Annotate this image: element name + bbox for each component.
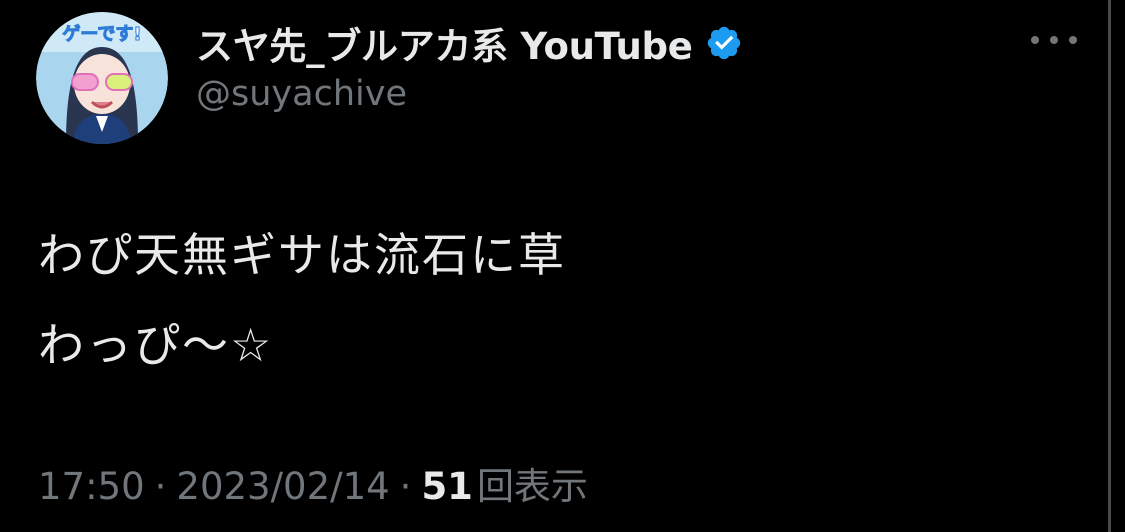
tweet: ゲーです! スヤ先_ブルアカ系 YouTube @suyachive わぴ天無ギ… — [0, 0, 1105, 532]
scrollbar[interactable] — [1108, 0, 1111, 532]
tweet-date[interactable]: 2023/02/14 — [176, 465, 389, 508]
more-options-icon[interactable] — [1031, 32, 1077, 48]
verified-badge-icon — [705, 24, 743, 62]
display-name[interactable]: スヤ先_ブルアカ系 YouTube — [196, 16, 693, 70]
views-label: 回表示 — [476, 465, 588, 508]
avatar-caption: ゲーです! — [62, 23, 141, 45]
tweet-line: わぴ天無ギサは流石に草 — [38, 228, 566, 282]
avatar[interactable]: ゲーです! — [36, 12, 168, 144]
tweet-text: わぴ天無ギサは流石に草 わっぴ〜☆ — [38, 210, 566, 390]
meta-separator: · — [399, 465, 412, 508]
tweet-time[interactable]: 17:50 — [38, 465, 145, 508]
tweet-meta: 17:50 · 2023/02/14 · 51 回表示 — [38, 456, 588, 510]
tweet-line: わっぴ〜☆ — [38, 318, 274, 372]
author-handle[interactable]: @suyachive — [196, 74, 407, 114]
avatar-image: ゲーです! — [36, 12, 168, 144]
views-count: 51 — [421, 465, 473, 508]
meta-separator: · — [154, 465, 167, 508]
author-name-row[interactable]: スヤ先_ブルアカ系 YouTube — [196, 18, 743, 68]
